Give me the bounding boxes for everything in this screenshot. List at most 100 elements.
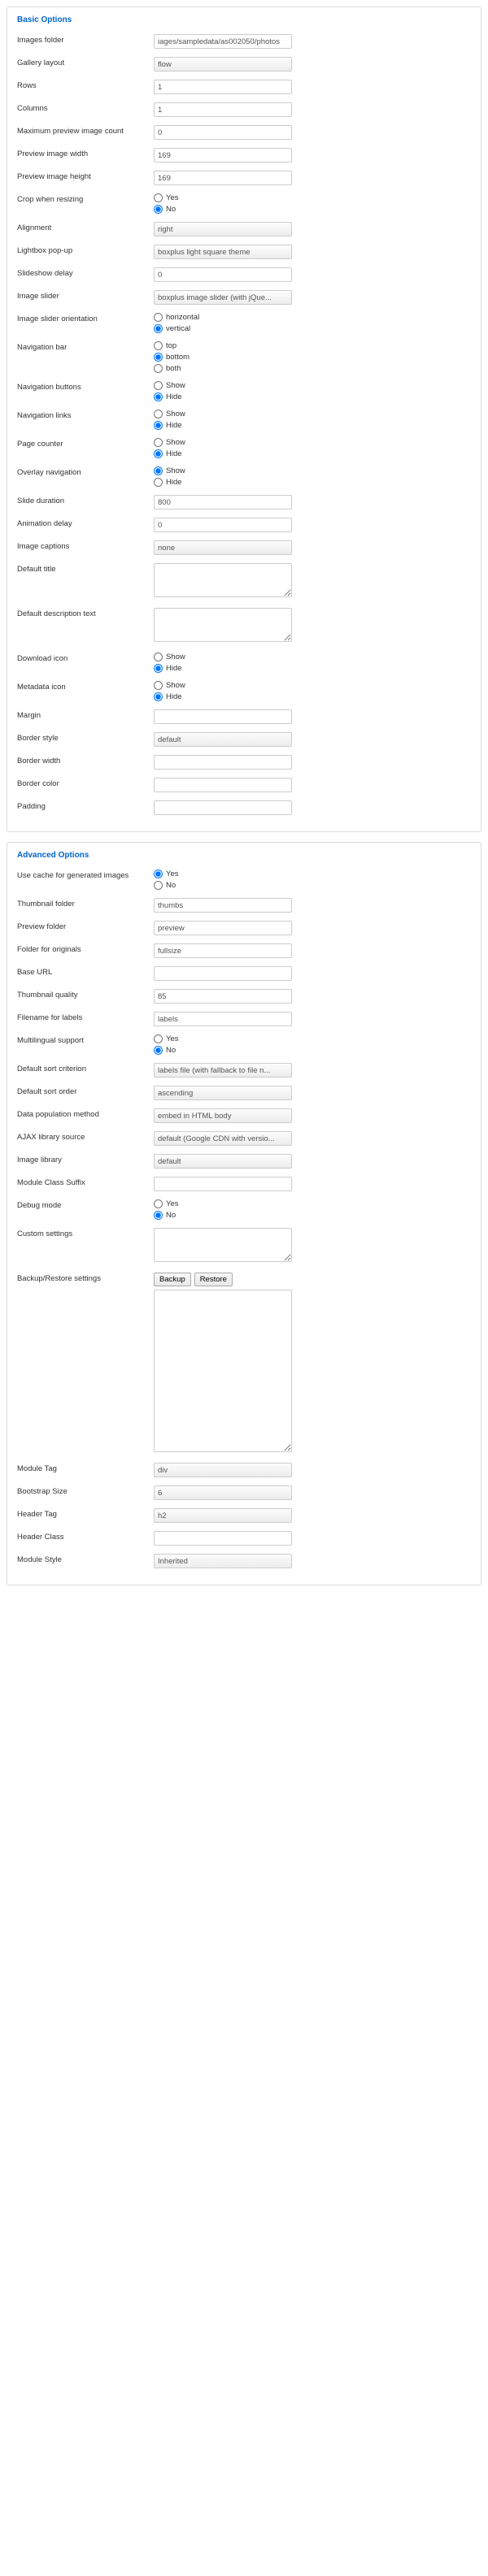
input-preview-width[interactable] xyxy=(154,148,292,163)
radio-uc-no[interactable] xyxy=(154,881,163,890)
radios-use-cache: Yes No xyxy=(154,870,471,890)
radio-nb-both[interactable] xyxy=(154,364,163,373)
backup-button[interactable]: Backup xyxy=(154,1273,191,1286)
select-header-tag[interactable]: h2 xyxy=(154,1508,292,1523)
input-padding[interactable] xyxy=(154,800,292,815)
input-preview-height[interactable] xyxy=(154,171,292,185)
radio-mi-show[interactable] xyxy=(154,681,163,690)
radio-on-hide[interactable] xyxy=(154,478,163,487)
radio-uc-yes[interactable] xyxy=(154,870,163,878)
radio-di-show[interactable] xyxy=(154,653,163,661)
select-border-style[interactable]: default xyxy=(154,732,292,747)
radios-nav-links: Show Hide xyxy=(154,410,471,430)
input-rows[interactable] xyxy=(154,80,292,94)
label-max-preview: Maximum preview image count xyxy=(17,125,154,136)
label-padding: Padding xyxy=(17,800,154,811)
radio-nb-top[interactable] xyxy=(154,341,163,350)
label-metadata-icon: Metadata icon xyxy=(17,681,154,692)
radio-orient-h[interactable] xyxy=(154,313,163,322)
radio-orient-v[interactable] xyxy=(154,324,163,333)
label-nav-bar: Navigation bar xyxy=(17,341,154,352)
label-slider-orientation: Image slider orientation xyxy=(17,313,154,323)
radio-dm-yes[interactable] xyxy=(154,1199,163,1208)
input-preview-folder[interactable] xyxy=(154,921,292,935)
label-alignment: Alignment xyxy=(17,222,154,232)
select-sort-order[interactable]: ascending xyxy=(154,1086,292,1100)
radio-nbtn-show[interactable] xyxy=(154,381,163,390)
label-use-cache: Use cache for generated images xyxy=(17,870,154,880)
select-alignment[interactable]: right xyxy=(154,222,292,236)
input-border-color[interactable] xyxy=(154,778,292,792)
input-thumb-folder[interactable] xyxy=(154,898,292,913)
label-sort-criterion: Default sort criterion xyxy=(17,1063,154,1073)
input-images-folder[interactable] xyxy=(154,34,292,49)
label-slide-duration: Slide duration xyxy=(17,495,154,505)
select-image-captions[interactable]: none xyxy=(154,540,292,555)
radios-multilingual: Yes No xyxy=(154,1034,471,1055)
input-thumb-quality[interactable] xyxy=(154,989,292,1004)
input-border-width[interactable] xyxy=(154,755,292,770)
advanced-options-title: Advanced Options xyxy=(17,851,471,860)
input-base-url[interactable] xyxy=(154,966,292,981)
select-image-library[interactable]: default xyxy=(154,1154,292,1169)
label-multilingual: Multilingual support xyxy=(17,1034,154,1045)
input-columns[interactable] xyxy=(154,102,292,117)
select-gallery-layout[interactable]: flow xyxy=(154,57,292,72)
input-header-class[interactable] xyxy=(154,1531,292,1546)
input-max-preview[interactable] xyxy=(154,125,292,140)
radios-slider-orientation: horizontal vertical xyxy=(154,313,471,333)
select-sort-criterion[interactable]: labels file (with fallback to file n... xyxy=(154,1063,292,1078)
label-module-tag: Module Tag xyxy=(17,1463,154,1473)
input-slide-duration[interactable] xyxy=(154,495,292,510)
radio-crop-yes[interactable] xyxy=(154,193,163,202)
select-module-style[interactable]: Inherited xyxy=(154,1554,292,1568)
radio-nl-hide[interactable] xyxy=(154,421,163,430)
label-page-counter: Page counter xyxy=(17,438,154,449)
textarea-custom-settings[interactable] xyxy=(154,1228,292,1262)
restore-button[interactable]: Restore xyxy=(194,1273,233,1286)
label-backup-restore: Backup/Restore settings xyxy=(17,1273,154,1283)
select-module-tag[interactable]: div xyxy=(154,1463,292,1477)
select-image-slider[interactable]: boxplus image slider (with jQue... xyxy=(154,290,292,305)
radio-nl-show[interactable] xyxy=(154,410,163,418)
textarea-default-title[interactable] xyxy=(154,563,292,597)
radio-on-show[interactable] xyxy=(154,466,163,475)
label-crop: Crop when resizing xyxy=(17,193,154,204)
radios-overlay-nav: Show Hide xyxy=(154,466,471,487)
select-ajax-source[interactable]: default (Google CDN with versio... xyxy=(154,1131,292,1146)
radio-crop-no[interactable] xyxy=(154,205,163,214)
label-download-icon: Download icon xyxy=(17,653,154,663)
textarea-backup-restore[interactable] xyxy=(154,1290,292,1452)
label-sort-order: Default sort order xyxy=(17,1086,154,1096)
radios-page-counter: Show Hide xyxy=(154,438,471,458)
label-nav-links: Navigation links xyxy=(17,410,154,420)
select-lightbox[interactable]: boxplus light square theme xyxy=(154,245,292,259)
radios-debug-mode: Yes No xyxy=(154,1199,471,1220)
radio-pc-show[interactable] xyxy=(154,438,163,447)
input-margin[interactable] xyxy=(154,709,292,724)
label-preview-height: Preview image height xyxy=(17,171,154,181)
radio-di-hide[interactable] xyxy=(154,664,163,673)
radio-dm-no[interactable] xyxy=(154,1211,163,1220)
input-slideshow-delay[interactable] xyxy=(154,267,292,282)
textarea-default-desc[interactable] xyxy=(154,608,292,642)
input-filename-labels[interactable] xyxy=(154,1012,292,1026)
label-border-width: Border width xyxy=(17,755,154,765)
select-data-population[interactable]: embed in HTML body xyxy=(154,1108,292,1123)
select-bootstrap-size[interactable]: 6 xyxy=(154,1485,292,1500)
radio-nbtn-hide[interactable] xyxy=(154,392,163,401)
radio-ml-no[interactable] xyxy=(154,1046,163,1055)
input-originals-folder[interactable] xyxy=(154,943,292,958)
radio-pc-hide[interactable] xyxy=(154,449,163,458)
radio-mi-hide[interactable] xyxy=(154,692,163,701)
radio-nb-bottom[interactable] xyxy=(154,353,163,362)
label-bootstrap-size: Bootstrap Size xyxy=(17,1485,154,1496)
label-image-slider: Image slider xyxy=(17,290,154,301)
input-module-class-suffix[interactable] xyxy=(154,1177,292,1191)
radio-ml-yes[interactable] xyxy=(154,1034,163,1043)
label-overlay-nav: Overlay navigation xyxy=(17,466,154,477)
input-animation-delay[interactable] xyxy=(154,518,292,532)
advanced-options-panel: Advanced Options Use cache for generated… xyxy=(7,842,481,1585)
label-slideshow-delay: Slideshow delay xyxy=(17,267,154,278)
radios-download-icon: Show Hide xyxy=(154,653,471,673)
